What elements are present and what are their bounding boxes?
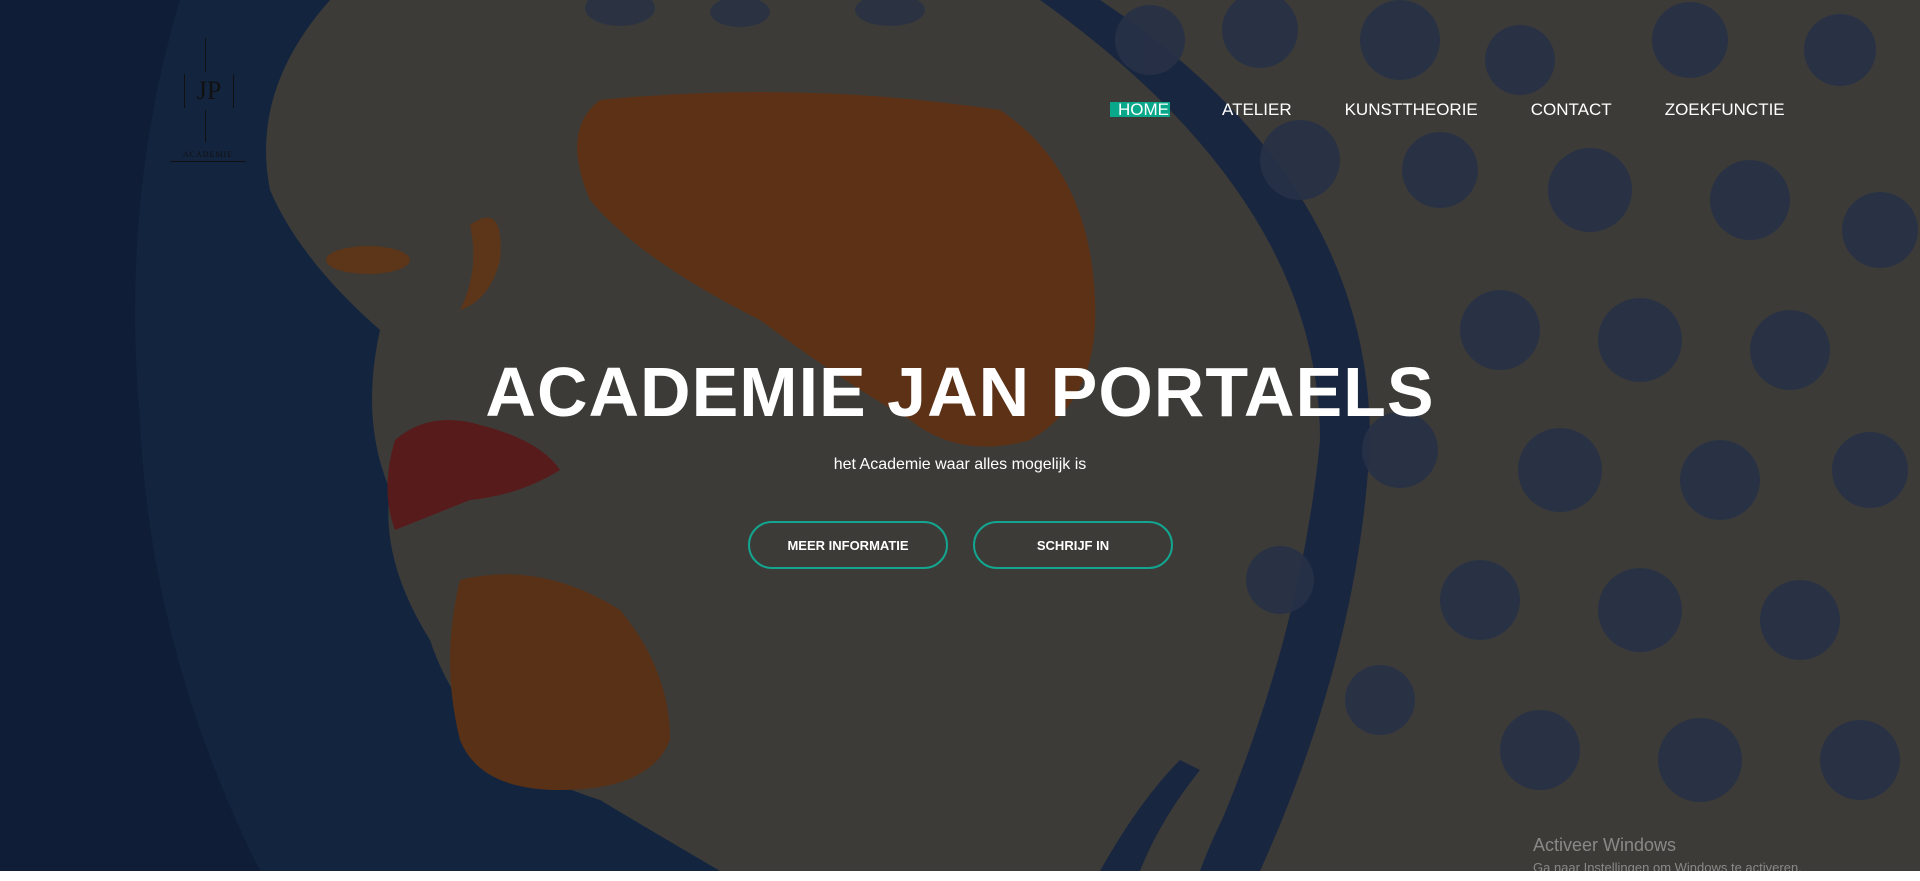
windows-activation-watermark: Activeer Windows Ga naar Instellingen om… <box>1533 835 1802 871</box>
site-logo[interactable]: JP ACADEMIE <box>170 38 246 168</box>
logo-top-line <box>205 38 206 72</box>
logo-monogram: JP <box>184 74 234 108</box>
hero-section: JP ACADEMIE HOME ATELIER KUNSTTHEORIE CO… <box>0 0 1920 871</box>
nav-item-zoekfunctie[interactable]: ZOEKFUNCTIE <box>1664 99 1786 121</box>
nav-item-kunsttheorie[interactable]: KUNSTTHEORIE <box>1344 99 1479 121</box>
watermark-title: Activeer Windows <box>1533 835 1677 855</box>
sign-up-button[interactable]: SCHRIJF IN <box>973 521 1173 569</box>
watermark-subtitle: Ga naar Instellingen om Windows te activ… <box>1533 860 1802 871</box>
more-info-button[interactable]: MEER INFORMATIE <box>748 521 948 569</box>
nav-item-contact[interactable]: CONTACT <box>1530 99 1613 121</box>
hero-subtitle: het Academie waar alles mogelijk is <box>833 456 1087 473</box>
hero-title: ACADEMIE JAN PORTAELS <box>485 353 1435 431</box>
nav-item-home[interactable]: HOME <box>1110 99 1170 121</box>
nav-item-atelier[interactable]: ATELIER <box>1221 99 1293 121</box>
logo-bottom-line <box>205 110 206 142</box>
logo-caption: ACADEMIE <box>170 150 246 162</box>
hero-dark-overlay <box>0 0 1920 871</box>
hero-buttons: MEER INFORMATIE SCHRIJF IN <box>748 521 1173 569</box>
main-navigation: HOME ATELIER KUNSTTHEORIE CONTACT ZOEKFU… <box>1110 99 1786 121</box>
